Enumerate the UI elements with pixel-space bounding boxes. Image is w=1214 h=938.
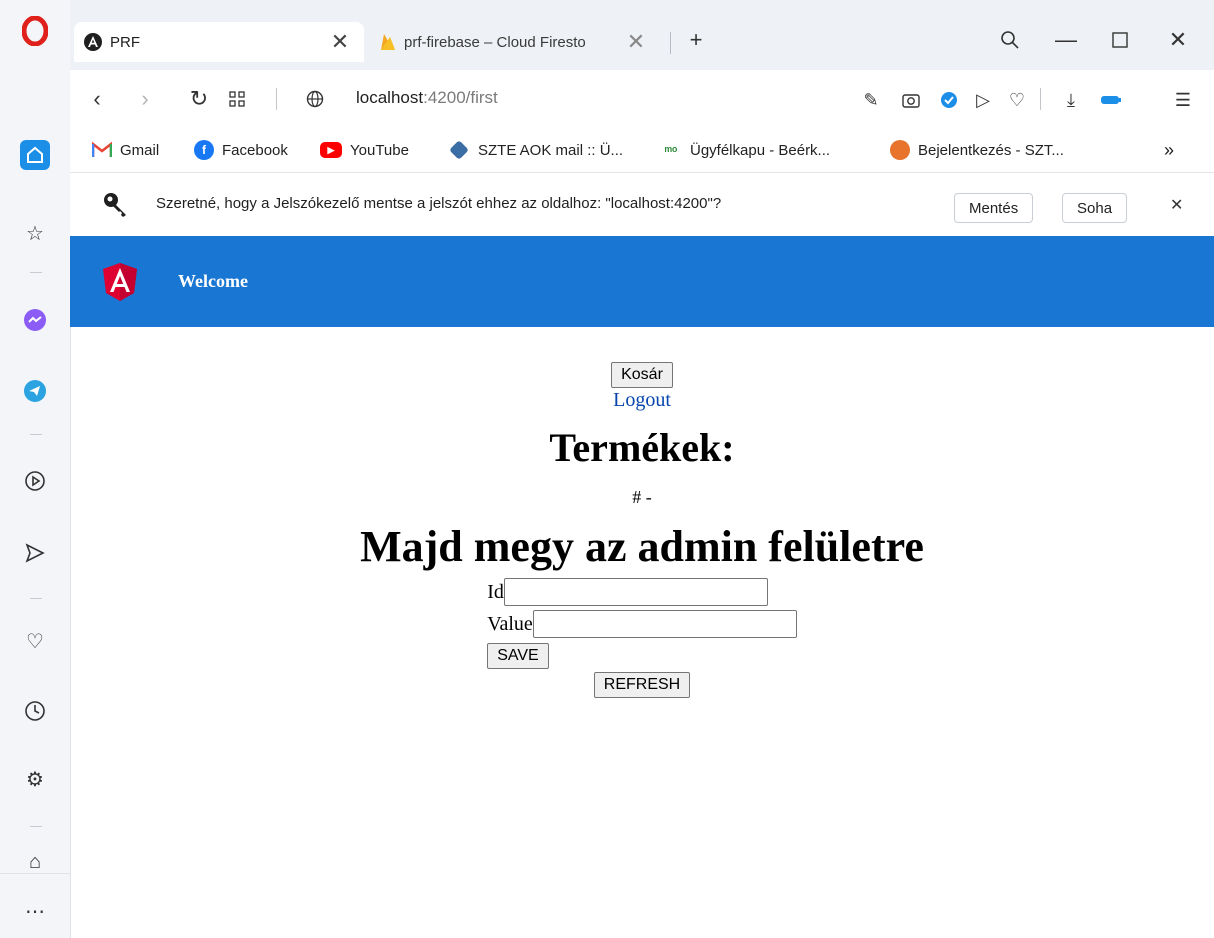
product-list-item: # -: [632, 487, 652, 507]
speed-dial-grid-icon[interactable]: [220, 82, 254, 116]
sidebar-divider: [30, 598, 42, 599]
battery-saver-icon[interactable]: [1098, 87, 1124, 113]
url-field[interactable]: localhost:4200/first: [356, 88, 498, 108]
maximize-icon[interactable]: [1100, 20, 1140, 60]
minimize-icon[interactable]: —: [1046, 20, 1086, 60]
url-host: localhost: [356, 88, 424, 107]
web-page: Welcome Kosár Logout Termékek: # - Majd …: [70, 236, 1214, 938]
tab-strip: PRF ✕ prf-firebase – Cloud Firesto ✕ + —…: [70, 0, 1214, 70]
reload-icon[interactable]: ↻: [182, 82, 216, 116]
sidebar-bottom-divider: [0, 873, 70, 874]
bookmark-ugyfelkapu[interactable]: ᵐᵒ Ügyfélkapu - Beérk...: [660, 139, 830, 161]
bookmark-label: SZTE AOK mail :: Ü...: [478, 141, 624, 159]
opera-logo-icon[interactable]: [20, 16, 50, 46]
tab-close-icon[interactable]: ✕: [328, 29, 352, 55]
tab-divider: [670, 32, 671, 54]
admin-heading: Majd megy az admin felületre: [360, 522, 924, 571]
save-row: SAVE: [487, 640, 797, 672]
toolbar-divider: [1040, 88, 1041, 110]
mail-icon: [449, 140, 469, 160]
products-heading: Termékek:: [549, 425, 735, 470]
player-icon[interactable]: [20, 466, 50, 496]
heart-icon[interactable]: ♡: [1004, 87, 1030, 113]
id-input[interactable]: [503, 578, 768, 606]
bookmark-label: Ügyfélkapu - Beérk...: [690, 141, 831, 159]
heart-icon[interactable]: ♡: [20, 626, 50, 656]
bookmark-szte-mail[interactable]: SZTE AOK mail :: Ü...: [449, 139, 624, 161]
bookmarks-star-icon[interactable]: ☆: [20, 218, 50, 248]
sidebar-divider: [30, 434, 42, 435]
cart-button[interactable]: Kosár: [611, 362, 673, 388]
send-flow-icon[interactable]: ▷: [970, 87, 996, 113]
edit-page-icon[interactable]: ✎: [858, 87, 884, 113]
bookmark-label: Gmail: [120, 141, 160, 159]
refresh-button[interactable]: REFRESH: [593, 672, 691, 698]
close-window-icon[interactable]: ✕: [1158, 20, 1198, 60]
tab-firebase[interactable]: prf-firebase – Cloud Firesto ✕: [370, 22, 660, 62]
tab-title: prf-firebase – Cloud Firesto: [404, 33, 586, 51]
easy-setup-sliders-icon[interactable]: ☰: [1170, 87, 1196, 113]
id-label: Id: [487, 580, 504, 603]
send-flow-icon[interactable]: [20, 538, 50, 568]
tab-search-icon[interactable]: [990, 20, 1030, 60]
settings-gear-icon[interactable]: ⚙: [20, 764, 50, 794]
never-save-button[interactable]: Soha: [1062, 193, 1128, 223]
firebase-favicon-icon: [381, 34, 395, 50]
sidebar-divider: [30, 272, 42, 273]
address-bar: ‹ › ↻ localhost:4200/first ✎ ▷ ♡ ⤓ ☰: [70, 70, 1214, 128]
angular-logo-icon: [103, 262, 137, 301]
facebook-icon: f: [194, 140, 214, 160]
bookmark-label: Facebook: [222, 141, 288, 159]
password-save-bar: Szeretné, hogy a Jelszókezelő mentse a j…: [70, 173, 1214, 237]
app-title: Welcome: [178, 271, 248, 291]
value-label: Value: [487, 612, 533, 635]
download-icon[interactable]: ⤓: [1058, 87, 1084, 113]
value-input[interactable]: [532, 610, 797, 638]
opera-sidebar: ☆ ♡ ⚙ ⌂ ⋯: [0, 0, 71, 938]
key-icon: [102, 191, 130, 224]
tab-close-icon[interactable]: ✕: [624, 29, 648, 55]
partial-home-icon[interactable]: ⌂: [20, 852, 50, 872]
browser-chrome: PRF ✕ prf-firebase – Cloud Firesto ✕ + —…: [70, 0, 1214, 237]
save-password-button[interactable]: Mentés: [954, 193, 1034, 223]
app-toolbar: Welcome: [70, 236, 1214, 327]
adblock-shield-icon[interactable]: [936, 87, 962, 113]
bookmark-gmail[interactable]: Gmail: [92, 139, 159, 161]
orange-globe-icon: [890, 140, 910, 160]
snapshot-camera-icon[interactable]: [898, 87, 924, 113]
messenger-icon[interactable]: [20, 305, 50, 335]
save-button[interactable]: SAVE: [487, 643, 549, 669]
bookmark-label: YouTube: [350, 141, 409, 159]
more-bookmarks-chevron-icon[interactable]: »: [1164, 139, 1174, 161]
bookmark-youtube[interactable]: ▶ YouTube: [320, 139, 409, 161]
bookmarks-bar: Gmail f Facebook ▶ YouTube SZTE AOK mail…: [70, 128, 1214, 173]
back-arrow-icon[interactable]: ‹: [80, 82, 114, 116]
history-clock-icon[interactable]: [20, 696, 50, 726]
new-tab-plus-icon[interactable]: +: [676, 20, 716, 60]
bookmark-facebook[interactable]: f Facebook: [194, 139, 288, 161]
more-options-icon[interactable]: ⋯: [20, 896, 50, 926]
close-prompt-icon[interactable]: ✕: [1170, 195, 1183, 215]
gmail-icon: [92, 142, 112, 157]
password-prompt-text: Szeretné, hogy a Jelszókezelő mentse a j…: [156, 195, 722, 212]
home-icon[interactable]: [20, 140, 50, 170]
tab-prf[interactable]: PRF ✕: [74, 22, 364, 62]
forward-arrow-icon[interactable]: ›: [128, 82, 162, 116]
id-row: Id: [487, 576, 797, 608]
logout-link[interactable]: Logout: [70, 388, 1214, 412]
address-divider: [276, 88, 277, 110]
bookmark-label: Bejelentkezés - SZT...: [918, 141, 1064, 159]
telegram-icon[interactable]: [20, 376, 50, 406]
youtube-icon: ▶: [320, 142, 342, 158]
main-content: Kosár Logout Termékek: # - Majd megy az …: [70, 327, 1214, 698]
tab-title: PRF: [110, 33, 140, 51]
bookmark-bejelentkezes[interactable]: Bejelentkezés - SZT...: [890, 139, 1064, 161]
sidebar-divider: [30, 826, 42, 827]
angular-favicon-icon: [84, 33, 102, 51]
ugyfelkapu-icon: ᵐᵒ: [664, 142, 678, 158]
admin-form: Id Value SAVE: [487, 576, 797, 672]
url-path: :4200/first: [423, 88, 498, 107]
site-info-globe-icon[interactable]: [298, 82, 332, 116]
value-row: Value: [487, 608, 797, 640]
